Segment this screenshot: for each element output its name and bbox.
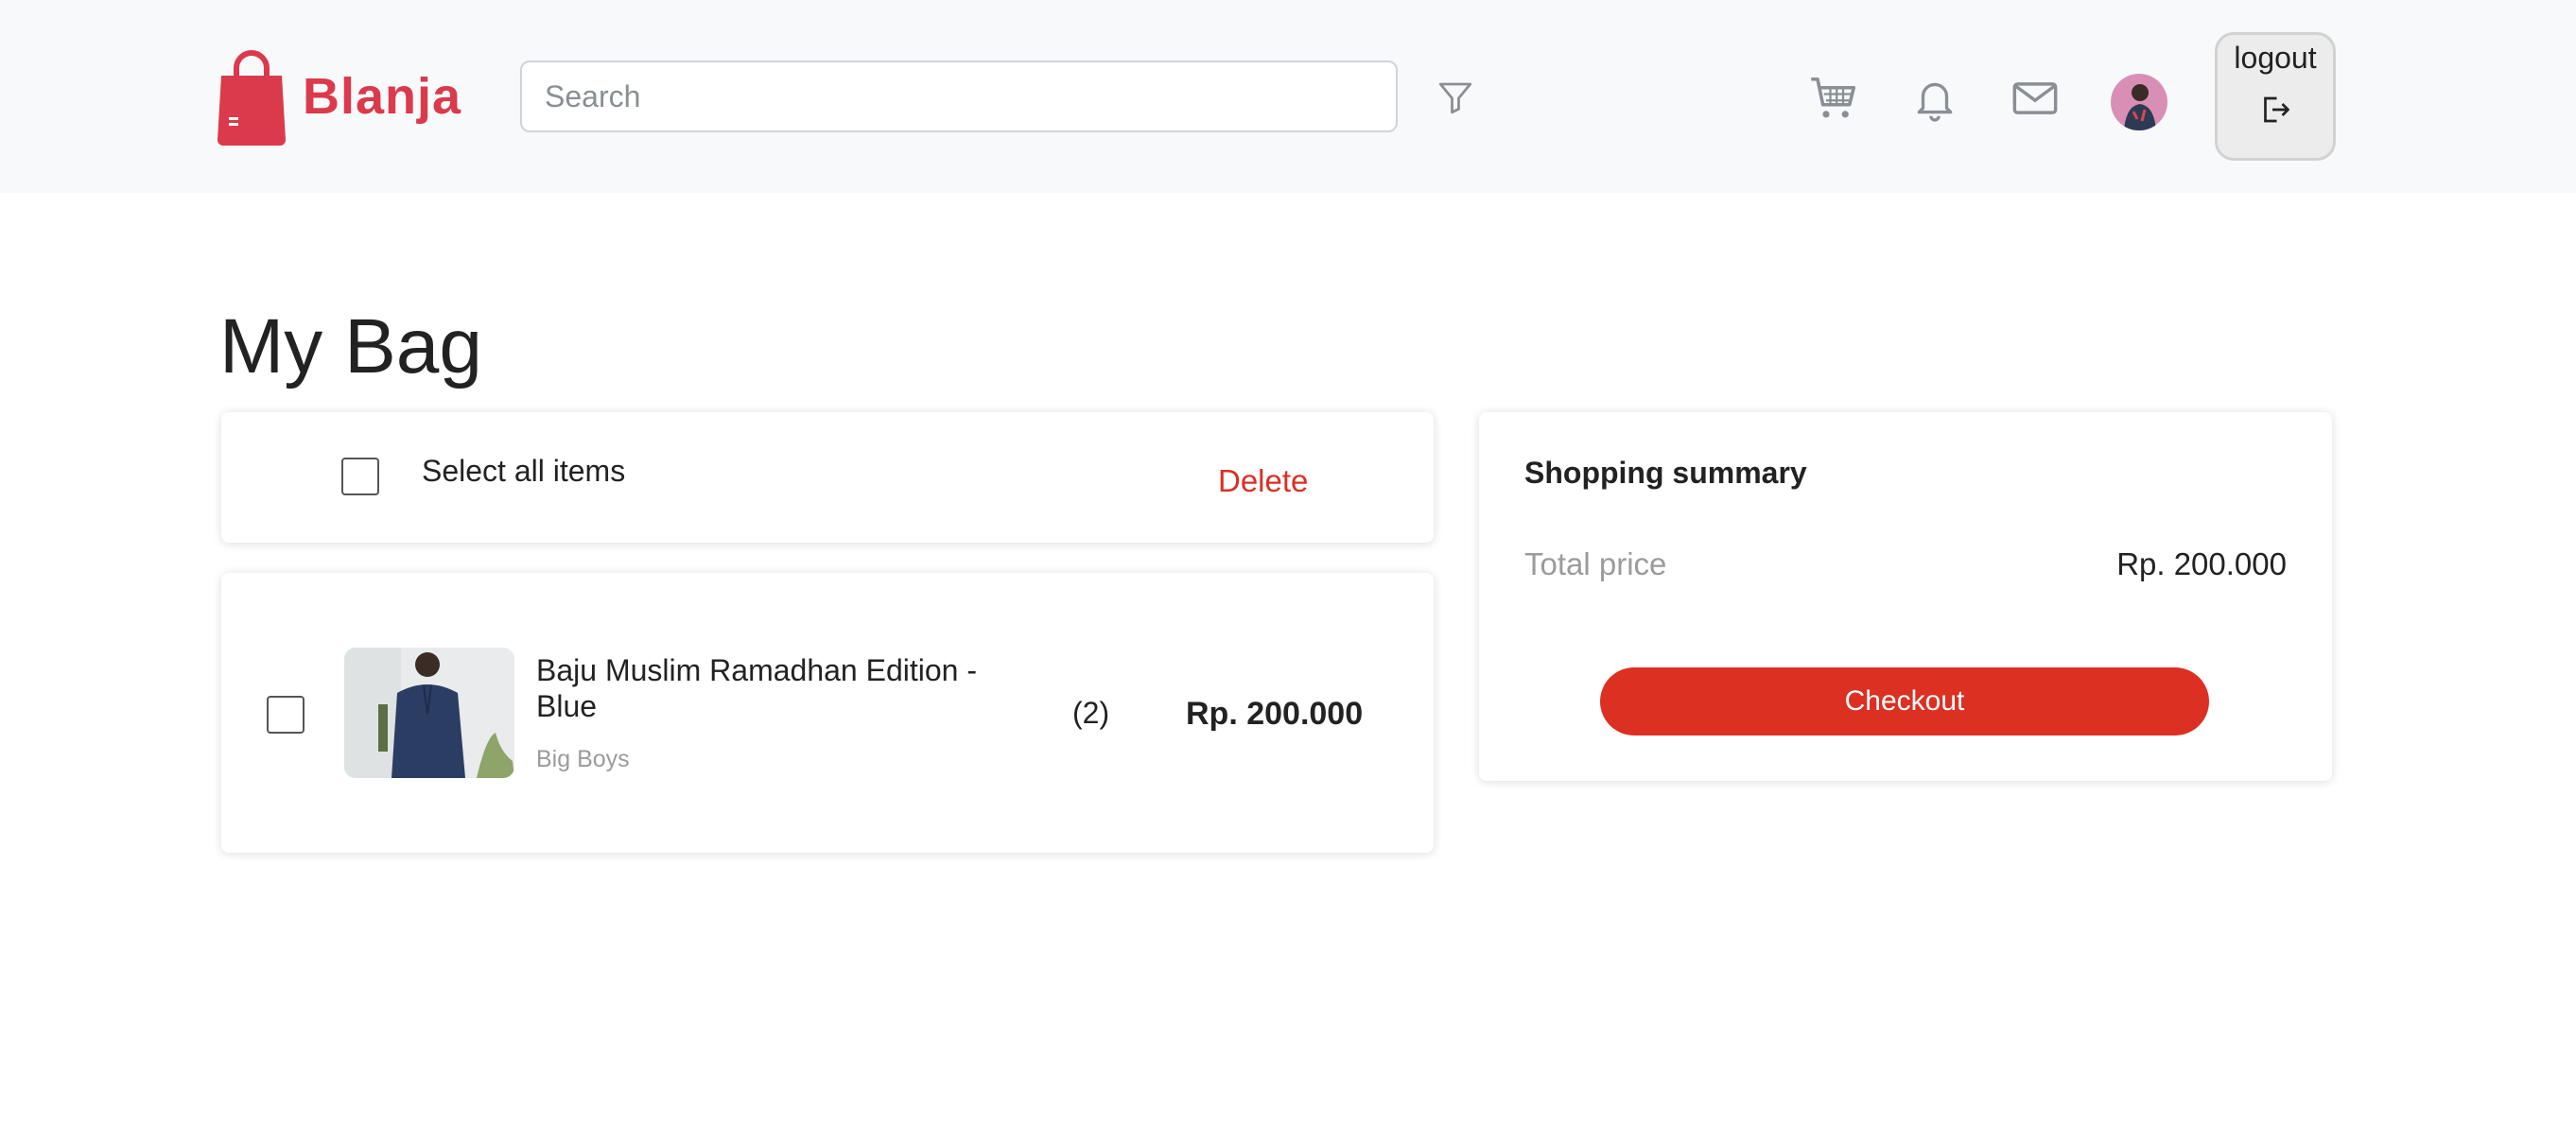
page-title: My Bag [219, 303, 482, 389]
brand-logo[interactable]: Blanja [216, 47, 461, 146]
filter-button[interactable] [1432, 74, 1479, 121]
cart-item: Baju Muslim Ramadhan Edition - Blue Big … [221, 573, 1434, 853]
top-navbar: Blanja logout [0, 0, 2576, 193]
summary-title: Shopping summary [1524, 456, 1807, 490]
product-quantity: (2) [1072, 696, 1110, 730]
total-price-label: Total price [1524, 546, 1667, 581]
product-photo [344, 648, 514, 778]
product-image[interactable] [344, 648, 514, 778]
brand-name: Blanja [303, 68, 462, 125]
item-checkbox[interactable] [267, 696, 305, 734]
delete-button[interactable]: Delete [1218, 463, 1308, 499]
logout-button[interactable]: logout [2215, 32, 2336, 161]
avatar-image [2111, 74, 2167, 130]
total-price-value: Rp. 200.000 [2116, 546, 2287, 581]
mail-button[interactable] [2009, 72, 2062, 125]
shopping-bag-icon [218, 50, 286, 146]
filter-icon [1438, 82, 1472, 114]
notification-button[interactable] [1908, 72, 1961, 125]
shopping-summary: Shopping summary Total price Rp. 200.000… [1479, 412, 2332, 781]
cart-icon [1811, 77, 1856, 118]
cart-button[interactable] [1808, 72, 1861, 125]
product-name[interactable]: Baju Muslim Ramadhan Edition - Blue [536, 652, 1028, 724]
product-price: Rp. 200.000 [1186, 696, 1364, 732]
mail-icon [2012, 82, 2058, 114]
select-all-bar: Select all items Delete [221, 412, 1434, 543]
select-all-label: Select all items [422, 454, 626, 488]
search-input[interactable] [520, 61, 1398, 132]
bell-icon [1917, 82, 1953, 122]
logout-icon [2264, 96, 2289, 123]
checkout-button[interactable]: Checkout [1600, 667, 2209, 735]
select-all-checkbox[interactable] [341, 458, 379, 495]
user-avatar[interactable] [2111, 74, 2167, 130]
product-store: Big Boys [536, 746, 630, 772]
logout-label: logout [2234, 41, 2317, 75]
